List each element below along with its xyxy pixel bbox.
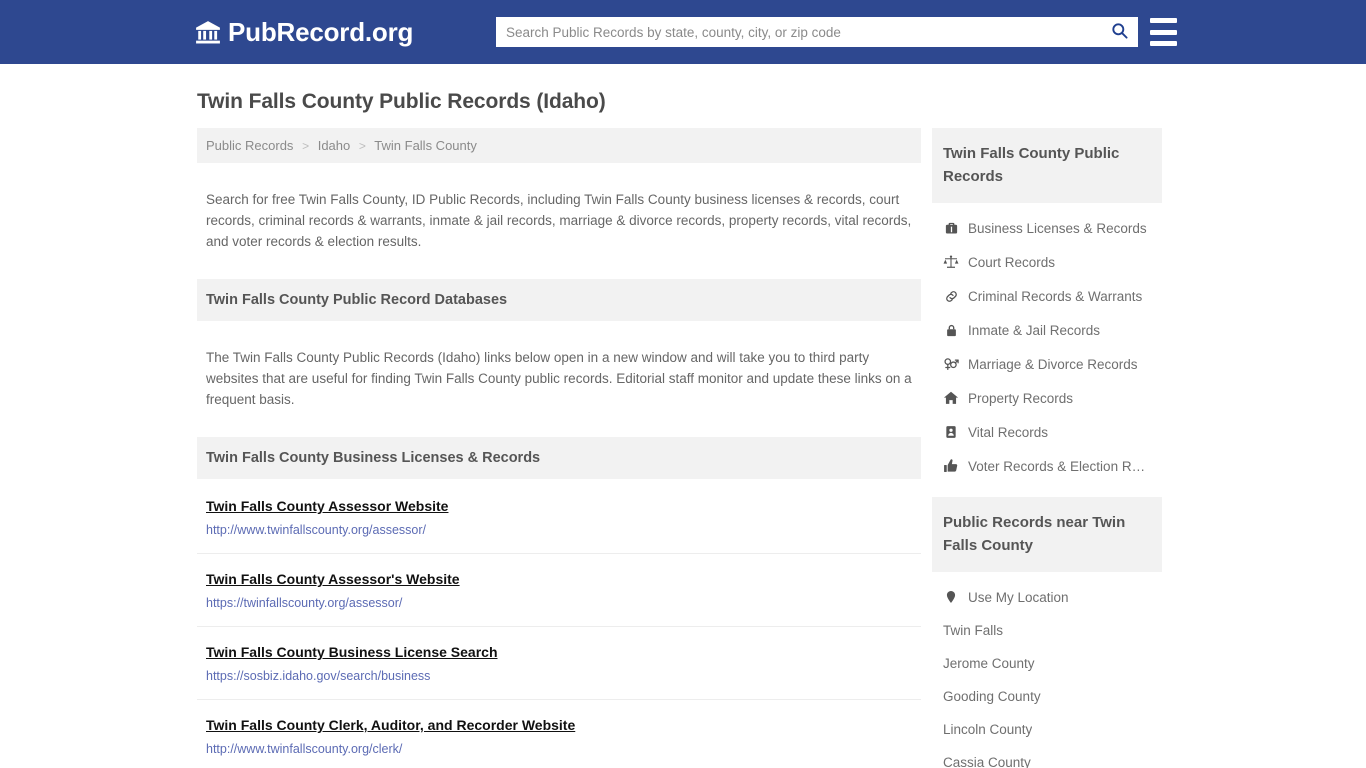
lock-icon [943, 322, 959, 338]
sidebar-item-voter-records[interactable]: Voter Records & Election R… [932, 449, 1162, 483]
sidebar-item-property-records[interactable]: Property Records [932, 381, 1162, 415]
breadcrumb-item-public-records[interactable]: Public Records [206, 138, 293, 153]
record-link-title[interactable]: Twin Falls County Clerk, Auditor, and Re… [206, 717, 575, 733]
home-icon [943, 390, 959, 406]
sidebar: Twin Falls County Public Records Busines… [932, 128, 1162, 768]
sidebar-item-cassia-county[interactable]: Cassia County [932, 746, 1162, 768]
breadcrumb-separator: > [302, 139, 310, 153]
search-icon [1110, 21, 1129, 43]
business-section-heading: Twin Falls County Business Licenses & Re… [197, 437, 921, 479]
sidebar-item-jerome-county[interactable]: Jerome County [932, 647, 1162, 680]
breadcrumb-separator: > [358, 139, 366, 153]
breadcrumb-item-idaho[interactable]: Idaho [318, 138, 351, 153]
thumbs-up-icon [943, 458, 959, 474]
record-link-title[interactable]: Twin Falls County Business License Searc… [206, 644, 498, 660]
list-item: Twin Falls County Clerk, Auditor, and Re… [197, 700, 921, 768]
sidebar-item-label: Business Licenses & Records [968, 220, 1147, 236]
main-content: Public Records > Idaho > Twin Falls Coun… [197, 128, 921, 768]
hamburger-menu-button[interactable] [1150, 18, 1177, 46]
record-link-url[interactable]: https://sosbiz.idaho.gov/search/business [206, 669, 912, 683]
sidebar-item-inmate-jail-records[interactable]: Inmate & Jail Records [932, 313, 1162, 347]
hamburger-menu-icon-bar [1150, 29, 1177, 35]
sidebar-item-label: Inmate & Jail Records [968, 322, 1101, 338]
briefcase-icon [943, 220, 959, 236]
business-links-list: Twin Falls County Assessor Website http:… [197, 479, 921, 768]
record-link-url[interactable]: https://twinfallscounty.org/assessor/ [206, 596, 912, 610]
sidebar-item-lincoln-county[interactable]: Lincoln County [932, 713, 1162, 746]
record-link-url[interactable]: http://www.twinfallscounty.org/clerk/ [206, 742, 912, 756]
breadcrumb: Public Records > Idaho > Twin Falls Coun… [197, 128, 921, 163]
record-link-title[interactable]: Twin Falls County Assessor Website [206, 498, 448, 514]
sidebar-item-label: Property Records [968, 390, 1074, 406]
content-columns: Public Records > Idaho > Twin Falls Coun… [0, 128, 1366, 768]
sidebar-item-vital-records[interactable]: Vital Records [932, 415, 1162, 449]
sidebar-item-label: Criminal Records & Warrants [968, 288, 1143, 304]
databases-section-heading: Twin Falls County Public Record Database… [197, 279, 921, 321]
sidebar-item-gooding-county[interactable]: Gooding County [932, 680, 1162, 713]
site-logo[interactable]: PubRecord.org [195, 17, 413, 48]
site-header: PubRecord.org [0, 0, 1366, 64]
search-button[interactable] [1100, 17, 1138, 47]
sidebar-item-business-licenses[interactable]: Business Licenses & Records [932, 211, 1162, 245]
records-panel: Twin Falls County Public Records Busines… [932, 128, 1162, 485]
sidebar-item-label: Cassia County [943, 755, 1031, 768]
record-link-url[interactable]: http://www.twinfallscounty.org/assessor/ [206, 523, 912, 537]
list-item: Twin Falls County Business License Searc… [197, 627, 921, 700]
map-pin-icon [943, 589, 959, 605]
page-title: Twin Falls County Public Records (Idaho) [197, 90, 606, 113]
intro-paragraph: Search for free Twin Falls County, ID Pu… [206, 191, 912, 249]
breadcrumb-item-twin-falls-county[interactable]: Twin Falls County [374, 138, 477, 153]
sidebar-item-label: Marriage & Divorce Records [968, 356, 1138, 372]
sidebar-item-marriage-divorce-records[interactable]: Marriage & Divorce Records [932, 347, 1162, 381]
page-body: Twin Falls County Public Records (Idaho)… [0, 64, 1366, 768]
sidebar-item-label: Use My Location [968, 589, 1069, 605]
sidebar-item-twin-falls[interactable]: Twin Falls [932, 614, 1162, 647]
site-logo-text: PubRecord.org [228, 16, 414, 47]
sidebar-item-court-records[interactable]: Court Records [932, 245, 1162, 279]
sidebar-item-label: Court Records [968, 254, 1056, 270]
databases-paragraph: The Twin Falls County Public Records (Id… [206, 349, 912, 407]
venus-mars-icon [943, 356, 959, 372]
list-item: Twin Falls County Assessor Website http:… [197, 481, 921, 554]
search-input[interactable] [496, 18, 1100, 46]
nearby-panel-heading: Public Records near Twin Falls County [932, 497, 1162, 572]
search-bar [496, 17, 1138, 47]
nearby-panel-list: Use My Location Twin Falls Jerome County… [932, 572, 1162, 768]
sidebar-item-label: Twin Falls [943, 623, 1004, 638]
chain-link-icon [943, 288, 959, 304]
balance-scale-icon [943, 254, 959, 270]
sidebar-item-use-my-location[interactable]: Use My Location [932, 580, 1162, 614]
hamburger-menu-icon-bar [1150, 41, 1177, 46]
sidebar-item-label: Lincoln County [943, 722, 1033, 737]
hamburger-menu-icon-bar [1150, 18, 1177, 23]
sidebar-item-label: Jerome County [943, 656, 1035, 671]
records-panel-list: Business Licenses & Records Court Record… [932, 203, 1162, 485]
nearby-panel: Public Records near Twin Falls County Us… [932, 497, 1162, 768]
id-badge-icon [943, 424, 959, 440]
records-panel-heading: Twin Falls County Public Records [932, 128, 1162, 203]
sidebar-item-label: Voter Records & Election R… [968, 458, 1146, 474]
sidebar-item-criminal-records[interactable]: Criminal Records & Warrants [932, 279, 1162, 313]
record-link-title[interactable]: Twin Falls County Assessor's Website [206, 571, 460, 587]
sidebar-item-label: Gooding County [943, 689, 1041, 704]
sidebar-item-label: Vital Records [968, 424, 1049, 440]
list-item: Twin Falls County Assessor's Website htt… [197, 554, 921, 627]
bank-building-icon [195, 19, 221, 45]
